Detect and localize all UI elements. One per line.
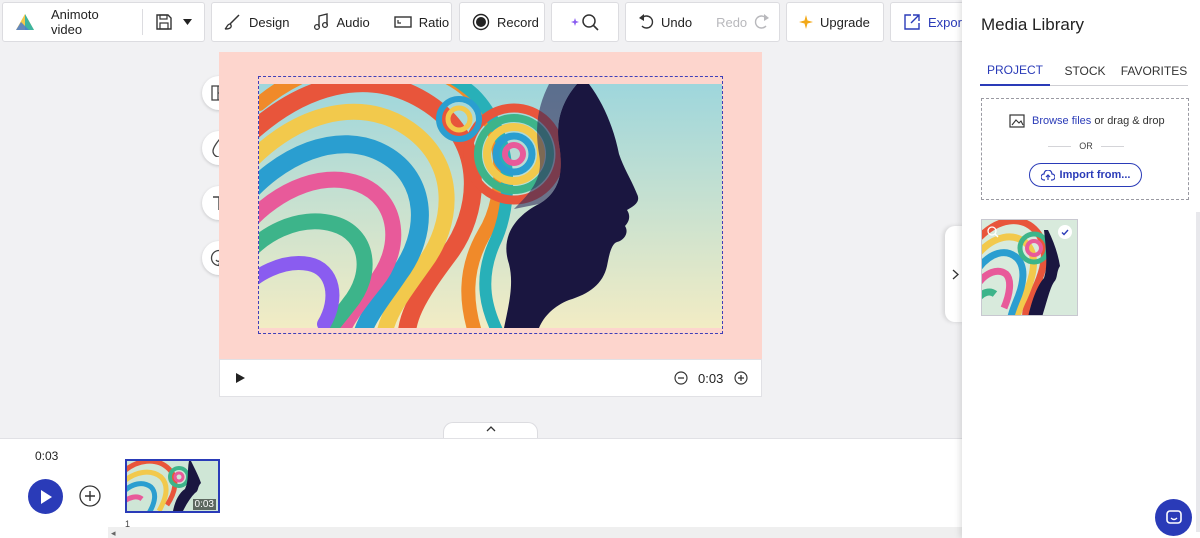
browse-files-link[interactable]: Browse files [1032, 115, 1091, 127]
export-icon [903, 13, 921, 31]
magic-search-button[interactable] [551, 2, 619, 42]
undo-button[interactable]: Undo [626, 3, 704, 41]
import-label: Import from... [1059, 169, 1131, 181]
audio-note-icon [313, 13, 329, 31]
scene-clip[interactable]: 0:03 [125, 459, 220, 513]
tab-project[interactable]: PROJECT [980, 56, 1050, 86]
ratio-icon [394, 15, 412, 29]
upgrade-button[interactable]: Upgrade [786, 2, 884, 42]
import-from-button[interactable]: Import from... [1029, 163, 1142, 187]
design-brush-icon [224, 13, 242, 31]
selection-frame[interactable] [258, 76, 723, 334]
add-scene-button[interactable] [79, 485, 101, 507]
preview-icon[interactable] [987, 226, 999, 238]
media-library-panel: Media Library PROJECT STOCK FAVORITES Br… [962, 0, 1200, 538]
chat-icon [1165, 509, 1183, 527]
logo-icon[interactable] [3, 3, 45, 41]
image-icon [1009, 114, 1025, 128]
audio-button[interactable]: Audio [301, 3, 381, 41]
record-group: Record [459, 2, 545, 42]
clip-duration: 0:03 [192, 499, 216, 510]
browse-row: Browse files or drag & drop [1009, 114, 1165, 128]
record-button[interactable]: Record [460, 3, 551, 41]
audio-label: Audio [336, 14, 370, 30]
caret-down-icon[interactable] [183, 19, 192, 25]
history-group: Undo Redo [625, 2, 780, 42]
undo-label: Undo [661, 14, 693, 30]
magic-search-icon [570, 12, 600, 32]
play-icon[interactable] [236, 373, 245, 383]
timeline-play-button[interactable] [28, 479, 63, 514]
browse-suffix: or drag & drop [1091, 115, 1165, 127]
media-thumbnail[interactable] [981, 219, 1078, 316]
upgrade-item: Upgrade [787, 3, 882, 41]
add-icon [79, 485, 101, 507]
ratio-button[interactable]: Ratio [382, 3, 461, 41]
timeline-total-time: 0:03 [35, 449, 59, 463]
record-icon [472, 13, 490, 31]
zoom-out-icon[interactable] [674, 371, 688, 385]
or-divider: OR [1048, 141, 1124, 151]
play-icon [40, 489, 52, 504]
zoom-in-icon[interactable] [734, 371, 748, 385]
check-icon[interactable] [1058, 225, 1072, 239]
media-tabs: PROJECT STOCK FAVORITES [980, 56, 1188, 86]
project-group: Animoto video [2, 2, 205, 42]
upload-dropzone[interactable]: Browse files or drag & drop OR Import fr… [981, 98, 1189, 200]
save-icon [155, 13, 173, 31]
design-button[interactable]: Design [212, 3, 301, 41]
tab-stock[interactable]: STOCK [1050, 56, 1120, 86]
project-name[interactable]: Animoto video [45, 3, 142, 41]
upgrade-label: Upgrade [820, 14, 870, 30]
player-duration: 0:03 [698, 371, 724, 386]
redo-button[interactable]: Redo [704, 3, 782, 41]
redo-icon [754, 13, 770, 31]
undo-icon [638, 13, 654, 31]
timeline-scrollbar[interactable]: ◂ [108, 527, 962, 538]
or-text: OR [1079, 141, 1093, 151]
export-button[interactable]: Export [890, 2, 970, 42]
player-bar: 0:03 [219, 359, 762, 397]
top-toolbar: Animoto video Design Audio Ratio Record … [0, 0, 970, 44]
redo-label: Redo [716, 14, 748, 30]
ratio-label: Ratio [418, 14, 450, 30]
export-label: Export [928, 14, 966, 30]
chevron-up-icon [486, 426, 496, 432]
panel-title: Media Library [981, 15, 1084, 34]
design-label: Design [249, 14, 290, 30]
record-label: Record [497, 14, 539, 30]
chat-button[interactable] [1155, 499, 1192, 536]
cloud-upload-icon [1040, 169, 1055, 181]
save-button[interactable] [143, 3, 204, 41]
editing-group: Design Audio Ratio [211, 2, 452, 42]
scroll-left-arrow[interactable]: ◂ [111, 528, 116, 538]
tab-favorites[interactable]: FAVORITES [1120, 56, 1188, 86]
sparkle-icon [799, 15, 813, 29]
chevron-right-icon [952, 269, 959, 280]
panel-scrollbar[interactable] [1196, 212, 1200, 532]
timeline: 0:03 0:03 1 [0, 438, 962, 538]
